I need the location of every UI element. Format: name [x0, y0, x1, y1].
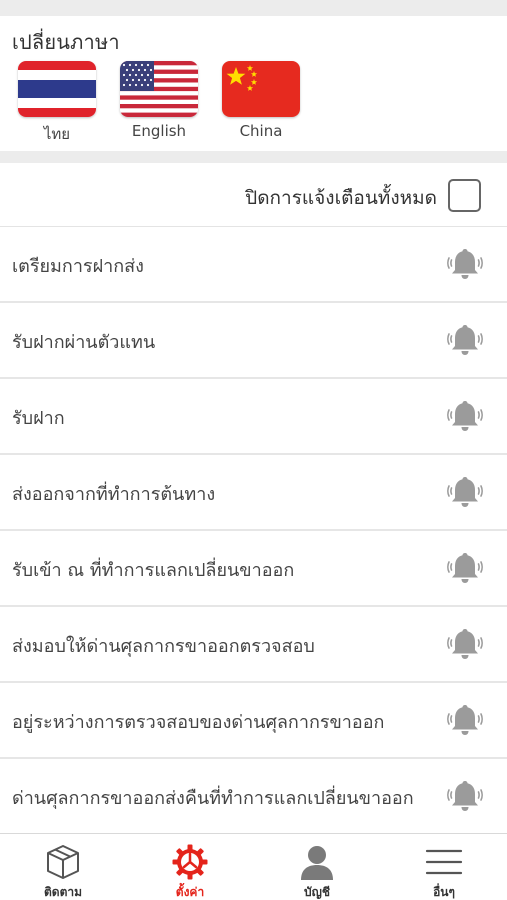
notification-row[interactable]: ส่งออกจากที่ทำการต้นทาง — [0, 455, 507, 531]
china-flag-icon — [222, 61, 300, 117]
language-section: เปลี่ยนภาษา ไทย English China — [0, 16, 507, 151]
disable-all-row[interactable]: ปิดการแจ้งเตือนทั้งหมด — [0, 163, 507, 227]
notification-row[interactable]: ด่านศุลกากรขาออกส่งคืนที่ทำการแลกเปลี่ยน… — [0, 759, 507, 835]
tab-account[interactable]: บัญชี — [254, 834, 380, 900]
tab-more[interactable]: อื่นๆ — [381, 834, 507, 900]
notification-label: ส่งออกจากที่ทำการต้นทาง — [12, 484, 216, 505]
notification-label: ด่านศุลกากรขาออกส่งคืนที่ทำการแลกเปลี่ยน… — [12, 788, 414, 809]
disable-all-checkbox[interactable] — [448, 179, 481, 212]
tab-account-label: บัญชี — [304, 885, 330, 899]
tab-tracking[interactable]: ติดตาม — [0, 834, 126, 900]
notification-row[interactable]: รับเข้า ณ ที่ทำการแลกเปลี่ยนขาออก — [0, 531, 507, 607]
notification-row[interactable]: ส่งมอบให้ด่านศุลกากรขาออกตรวจสอบ — [0, 607, 507, 683]
tab-tracking-label: ติดตาม — [43, 885, 83, 899]
notification-settings: ปิดการแจ้งเตือนทั้งหมด เตรียมการฝากส่งรั… — [0, 163, 507, 835]
disable-all-label: ปิดการแจ้งเตือนทั้งหมด — [245, 187, 437, 209]
language-label-thai: ไทย — [43, 125, 71, 143]
notification-label: รับฝากผ่านตัวแทน — [12, 332, 156, 353]
bell-icon[interactable] — [445, 321, 485, 359]
menu-icon — [425, 843, 463, 881]
tab-more-label: อื่นๆ — [433, 885, 455, 899]
package-icon — [44, 843, 82, 881]
language-option-thai[interactable]: ไทย — [18, 61, 98, 143]
bell-icon[interactable] — [445, 625, 485, 663]
language-label-english: English — [131, 122, 187, 140]
language-label-china: China — [239, 122, 283, 140]
notification-label: รับฝาก — [12, 408, 65, 429]
notification-row[interactable]: อยู่ระหว่างการตรวจสอบของด่านศุลกากรขาออก — [0, 683, 507, 759]
tab-settings[interactable]: ตั้งค่า — [127, 834, 253, 900]
bell-icon[interactable] — [445, 549, 485, 587]
language-option-english[interactable]: English — [120, 61, 200, 143]
bell-icon[interactable] — [445, 397, 485, 435]
language-option-china[interactable]: China — [222, 61, 302, 143]
notification-label: ส่งมอบให้ด่านศุลกากรขาออกตรวจสอบ — [12, 636, 315, 657]
bell-icon[interactable] — [445, 245, 485, 283]
usa-flag-icon — [120, 61, 198, 117]
notification-row[interactable]: เตรียมการฝากส่ง — [0, 227, 507, 303]
bell-icon[interactable] — [445, 777, 485, 815]
bell-icon[interactable] — [445, 701, 485, 739]
bottom-tab-bar: ติดตาม ตั้งค่า บัญชี อื่นๆ — [0, 833, 507, 900]
thailand-flag-icon — [18, 61, 96, 117]
language-title: เปลี่ยนภาษา — [12, 30, 120, 54]
notification-row[interactable]: รับฝาก — [0, 379, 507, 455]
user-icon — [298, 843, 336, 881]
notification-label: รับเข้า ณ ที่ทำการแลกเปลี่ยนขาออก — [12, 560, 295, 581]
tab-settings-label: ตั้งค่า — [175, 885, 205, 899]
gear-icon — [171, 843, 209, 881]
notification-label: เตรียมการฝากส่ง — [12, 256, 144, 277]
bell-icon[interactable] — [445, 473, 485, 511]
notification-label: อยู่ระหว่างการตรวจสอบของด่านศุลกากรขาออก — [12, 712, 385, 733]
notification-row[interactable]: รับฝากผ่านตัวแทน — [0, 303, 507, 379]
